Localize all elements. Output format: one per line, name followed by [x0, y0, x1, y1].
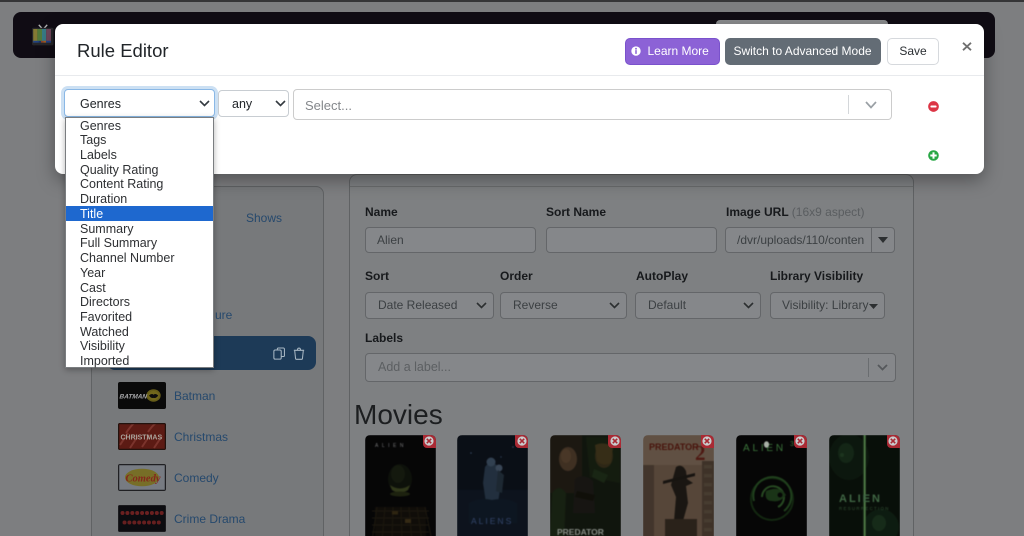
- svg-text:ALIEN: ALIEN: [839, 493, 882, 505]
- svg-text:BATMAN: BATMAN: [119, 394, 148, 401]
- svg-text:ALIENS: ALIENS: [471, 516, 513, 526]
- svg-text:PREDATOR: PREDATOR: [557, 527, 604, 536]
- svg-text:RESURRECTION: RESURRECTION: [839, 506, 890, 511]
- svg-text:Comedy: Comedy: [126, 474, 161, 485]
- svg-text:PREDATOR: PREDATOR: [649, 442, 699, 452]
- svg-text:ALIEN: ALIEN: [375, 443, 407, 449]
- svg-text:CHRISTMAS: CHRISTMAS: [121, 435, 163, 442]
